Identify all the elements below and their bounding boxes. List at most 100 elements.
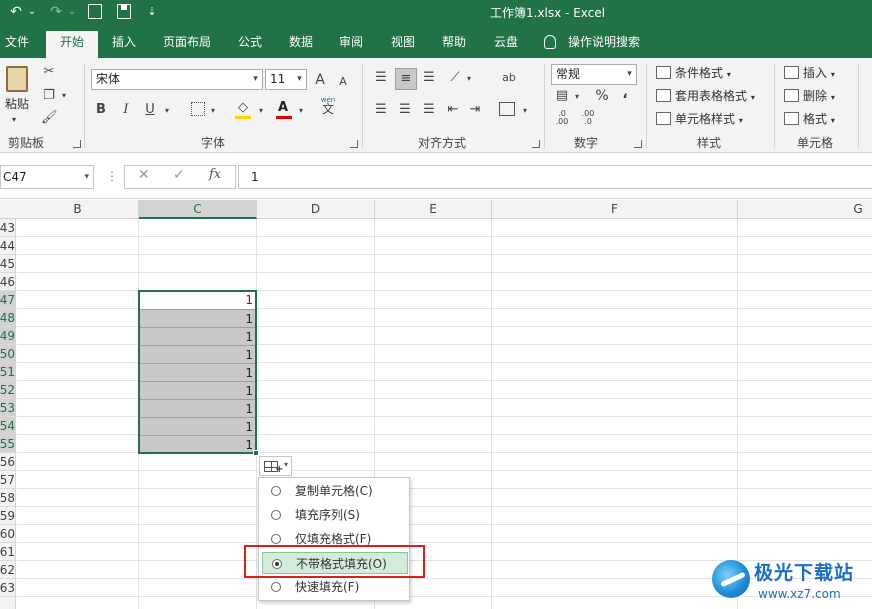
paste-button[interactable]: 粘贴	[5, 96, 29, 112]
row-header[interactable]: 62	[0, 561, 15, 579]
tab-review[interactable]: 审阅	[331, 31, 371, 58]
redo-dropdown-icon[interactable]: ⌄	[67, 3, 77, 21]
undo-icon[interactable]: ↶	[8, 3, 24, 21]
format-as-table-button[interactable]: 套用表格格式 ▾	[656, 88, 755, 106]
customize-qat-icon[interactable]: ⇣	[146, 3, 158, 21]
delete-cells-button[interactable]: 删除 ▾	[784, 88, 835, 106]
fill-color-dropdown-icon[interactable]: ▾	[257, 103, 265, 119]
merge-dropdown-icon[interactable]: ▾	[521, 103, 529, 119]
copy-dropdown-icon[interactable]: ▾	[60, 88, 68, 104]
increase-indent-icon[interactable]: ⇥	[467, 102, 483, 118]
paste-icon[interactable]	[6, 66, 28, 92]
row-header[interactable]: 54	[0, 417, 15, 435]
print-preview-icon[interactable]	[88, 4, 102, 19]
option-copy-cells[interactable]: 复制单元格(C)	[262, 480, 408, 502]
cell-c49[interactable]: 1	[139, 327, 256, 345]
auto-fill-options-button[interactable]: + ▾	[259, 456, 292, 476]
formula-input[interactable]: 1	[238, 165, 872, 189]
percent-style-button[interactable]: %	[594, 88, 610, 104]
align-center-icon[interactable]: ☰	[397, 102, 413, 118]
insert-cells-button[interactable]: 插入 ▾	[784, 65, 835, 83]
tab-page-layout[interactable]: 页面布局	[154, 31, 220, 58]
column-header-b[interactable]: B	[17, 200, 139, 219]
row-header[interactable]: 63	[0, 579, 15, 597]
column-header-c[interactable]: C	[139, 200, 257, 219]
italic-button[interactable]: I	[119, 102, 133, 118]
row-header[interactable]: 51	[0, 363, 15, 381]
row-header[interactable]: 56	[0, 453, 15, 471]
font-size-select[interactable]: 11 ▾	[265, 69, 307, 90]
splitter-handle[interactable]: ⋮	[106, 169, 118, 183]
increase-decimal-icon[interactable]: .0.00	[553, 110, 571, 126]
insert-function-icon[interactable]: fx	[209, 167, 221, 182]
save-icon[interactable]	[117, 4, 131, 19]
wrap-text-icon[interactable]: ab	[501, 70, 517, 86]
cell-c50[interactable]: 1	[139, 345, 256, 363]
column-header-e[interactable]: E	[375, 200, 492, 219]
row-header[interactable]: 59	[0, 507, 15, 525]
tab-insert[interactable]: 插入	[104, 31, 144, 58]
fill-color-icon[interactable]: ◇	[235, 100, 251, 119]
tab-data[interactable]: 数据	[281, 31, 321, 58]
row-header[interactable]: 48	[0, 309, 15, 327]
tell-me-search[interactable]: 操作说明搜索	[544, 31, 640, 53]
tab-view[interactable]: 视图	[383, 31, 423, 58]
tab-file[interactable]: 文件	[0, 31, 34, 58]
font-launcher-icon[interactable]	[350, 140, 358, 148]
decrease-decimal-icon[interactable]: .00.0	[579, 110, 597, 126]
tab-formulas[interactable]: 公式	[230, 31, 270, 58]
undo-dropdown-icon[interactable]: ⌄	[27, 3, 37, 21]
borders-icon[interactable]	[191, 102, 205, 116]
option-flash-fill[interactable]: 快速填充(F)	[262, 576, 408, 598]
orientation-dropdown-icon[interactable]: ▾	[465, 71, 473, 87]
cell-styles-button[interactable]: 单元格样式 ▾	[656, 111, 743, 129]
accounting-format-icon[interactable]: ▤	[553, 88, 571, 104]
clipboard-launcher-icon[interactable]	[73, 140, 81, 148]
cell-c54[interactable]: 1	[139, 417, 256, 435]
cancel-icon[interactable]: ✕	[138, 167, 150, 183]
orientation-icon[interactable]: ⟋	[446, 70, 464, 86]
option-fill-series[interactable]: 填充序列(S)	[262, 504, 408, 526]
row-header[interactable]: 43	[0, 219, 15, 237]
underline-dropdown-icon[interactable]: ▾	[163, 103, 171, 119]
number-format-select[interactable]: 常规 ▾	[551, 64, 637, 85]
align-left-icon[interactable]: ☰	[373, 102, 389, 118]
name-box[interactable]: C47 ▾	[0, 165, 94, 189]
conditional-formatting-button[interactable]: 条件格式 ▾	[656, 65, 731, 83]
column-header-d[interactable]: D	[257, 200, 375, 219]
tab-home[interactable]: 开始	[46, 31, 98, 58]
row-header[interactable]: 49	[0, 327, 15, 345]
cell-c48[interactable]: 1	[139, 309, 256, 327]
row-header[interactable]: 53	[0, 399, 15, 417]
row-header[interactable]: 47	[0, 291, 15, 309]
font-name-select[interactable]: 宋体 ▾	[91, 69, 263, 90]
grow-font-icon[interactable]: A	[313, 72, 327, 88]
cut-icon[interactable]: ✂	[41, 64, 57, 80]
row-header[interactable]: 58	[0, 489, 15, 507]
alignment-launcher-icon[interactable]	[532, 140, 540, 148]
enter-icon[interactable]: ✓	[173, 167, 185, 183]
decrease-indent-icon[interactable]: ⇤	[445, 102, 461, 118]
column-header-g[interactable]: G	[738, 200, 872, 219]
merge-center-icon[interactable]	[499, 102, 515, 116]
column-header-f[interactable]: F	[492, 200, 738, 219]
tab-cloud[interactable]: 云盘	[486, 31, 526, 58]
cell-c51[interactable]: 1	[139, 363, 256, 381]
phonetic-icon[interactable]: wén 文	[318, 96, 338, 116]
row-header[interactable]: 45	[0, 255, 15, 273]
copy-icon[interactable]: ❐	[41, 88, 57, 104]
tab-help[interactable]: 帮助	[434, 31, 474, 58]
font-color-dropdown-icon[interactable]: ▾	[297, 103, 305, 119]
cell-c55[interactable]: 1	[139, 435, 256, 453]
format-cells-button[interactable]: 格式 ▾	[784, 111, 835, 129]
bold-button[interactable]: B	[94, 102, 108, 118]
bottom-align-icon[interactable]: ☰	[421, 70, 437, 86]
middle-align-icon[interactable]: ≡	[395, 68, 417, 90]
row-header[interactable]: 44	[0, 237, 15, 255]
cell-c53[interactable]: 1	[139, 399, 256, 417]
paste-dropdown-icon[interactable]: ▾	[12, 112, 16, 128]
row-header[interactable]: 57	[0, 471, 15, 489]
redo-icon[interactable]: ↷	[48, 3, 64, 21]
cell-c52[interactable]: 1	[139, 381, 256, 399]
format-painter-icon[interactable]: 🖌	[41, 110, 58, 126]
